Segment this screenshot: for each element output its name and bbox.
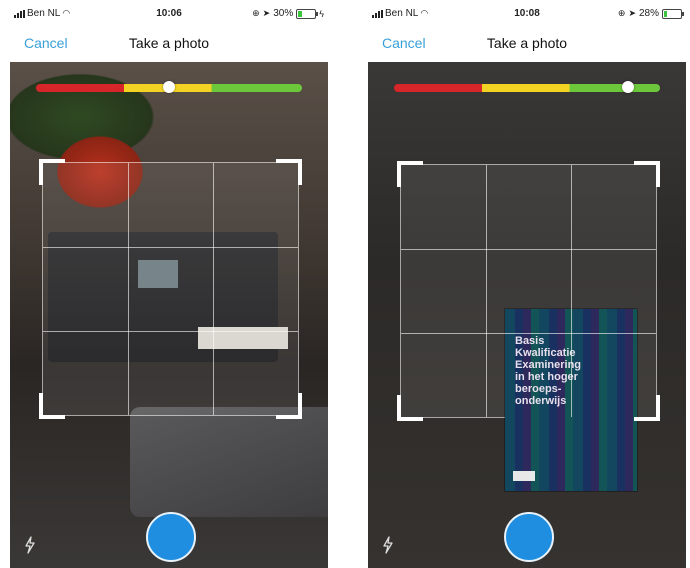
location-icon: ➤ [262,8,271,18]
camera-preview[interactable] [10,62,328,568]
crop-corner-top-left[interactable] [39,159,65,185]
nav-bar: Cancel Take a photo [10,30,328,54]
location-icon: ➤ [628,8,636,18]
battery-icon [662,8,684,19]
charging-icon: ϟ [319,8,324,19]
battery-percent: 30% [273,8,294,19]
battery-icon [296,8,319,19]
phone-screen-right: Ben NL ◠ 10:08 ⊕ ➤ 28% Cancel Take a pho… [368,0,686,568]
crop-corner-top-left[interactable] [397,161,423,187]
grid-line [128,163,129,415]
crop-corner-top-right[interactable] [276,159,302,185]
page-title: Take a photo [486,35,568,51]
grid-line [43,331,298,332]
camera-preview[interactable]: Basis Kwalificatie Examinering in het ho… [368,62,686,568]
shutter-button[interactable] [504,512,554,562]
status-bar: Ben NL ◠ 10:08 ⊕ ➤ 28% [368,6,686,22]
shutter-button[interactable] [146,512,196,562]
publisher-logo [513,471,535,481]
crop-corner-top-right[interactable] [634,161,660,187]
grid-line [213,163,214,415]
grid-line [401,249,656,250]
grid-line [571,165,572,417]
phone-screen-left: Ben NL ◠ 10:06 ⊕ ➤ 30% ϟ Cancel Take a p… [10,0,328,568]
crop-corner-bottom-left[interactable] [39,393,65,419]
quality-meter [36,81,302,93]
flash-icon[interactable] [24,536,36,554]
crop-frame[interactable]: Basis Kwalificatie Examinering in het ho… [397,161,660,491]
status-bar: Ben NL ◠ 10:06 ⊕ ➤ 30% ϟ [10,6,328,22]
quality-indicator [622,81,635,93]
crop-frame[interactable] [39,159,302,419]
crop-corner-bottom-left[interactable] [397,395,423,421]
page-title: Take a photo [128,35,210,51]
alarm-icon: ⊕ [617,8,626,18]
quality-indicator [163,81,175,93]
quality-meter [394,81,660,93]
alarm-icon: ⊕ [252,8,260,18]
grid-line [401,333,656,334]
nav-bar: Cancel Take a photo [368,30,686,54]
crop-corner-bottom-right[interactable] [276,393,302,419]
grid-line [43,247,298,248]
battery-percent: 28% [638,8,659,19]
laptop-image [130,407,328,517]
book-title: Basis Kwalificatie Examinering in het ho… [515,335,582,407]
flash-icon[interactable] [382,536,394,554]
crop-corner-bottom-right[interactable] [634,395,660,421]
grid-line [486,165,487,417]
